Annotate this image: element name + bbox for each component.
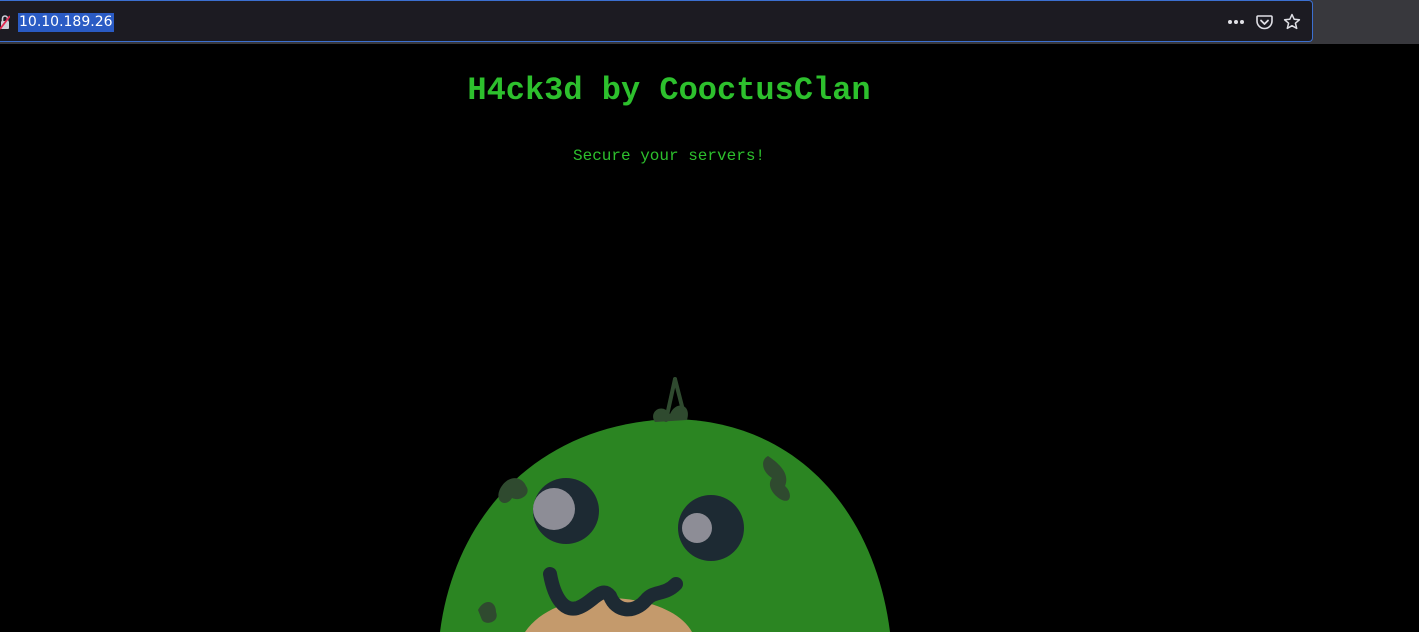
- page-subtitle: Secure your servers!: [572, 147, 766, 165]
- browser-toolbar: 10.10.189.26: [0, 0, 1419, 44]
- pocket-icon[interactable]: [1254, 12, 1274, 32]
- bookmark-star-icon[interactable]: [1282, 12, 1302, 32]
- url-text[interactable]: 10.10.189.26: [18, 13, 114, 32]
- page-actions: [1226, 12, 1302, 32]
- page-title: H4ck3d by CooctusClan: [467, 72, 871, 109]
- more-actions-icon[interactable]: [1226, 12, 1246, 32]
- insecure-connection-icon[interactable]: [0, 14, 11, 30]
- cactus-mascot-image: [440, 377, 890, 632]
- url-bar[interactable]: 10.10.189.26: [0, 0, 1313, 42]
- page-content: H4ck3d by CooctusClan Secure your server…: [0, 44, 1419, 632]
